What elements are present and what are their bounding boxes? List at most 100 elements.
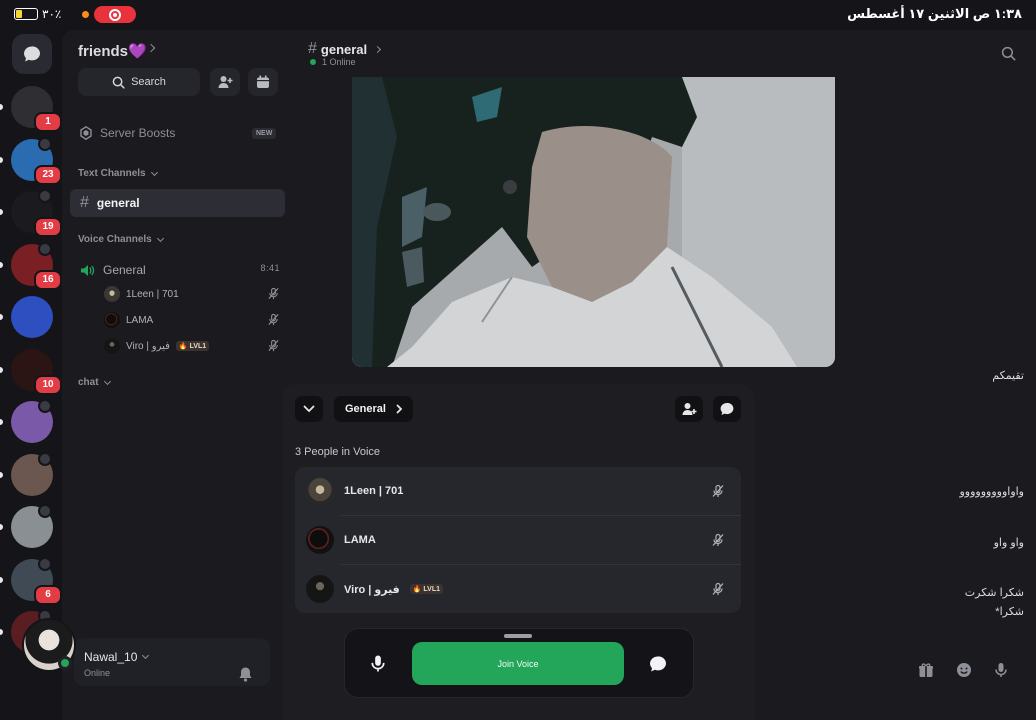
add-user-icon [682, 403, 697, 415]
gift-icon[interactable] [918, 662, 934, 678]
channel-sidebar: friends💜 Search Server Boosts NEW Text C… [22, 30, 294, 720]
microphone-icon[interactable] [370, 654, 386, 673]
muted-mic-icon [268, 339, 279, 352]
voice-activity-icon [38, 241, 52, 256]
guild-name[interactable]: friends💜 [78, 42, 147, 60]
username[interactable]: Nawal_10 [84, 650, 150, 664]
screen-record-indicator[interactable] [94, 6, 136, 23]
avatar [104, 286, 120, 302]
unread-pip [0, 366, 3, 373]
voice-user-name: 1Leen | 701 [126, 288, 179, 300]
voice-channel-button[interactable]: General [334, 396, 413, 422]
search-icon[interactable] [1001, 46, 1016, 61]
voice-activity-icon [38, 136, 52, 151]
unread-pip [0, 471, 3, 478]
channel-header-title[interactable]: # general [308, 40, 382, 58]
unread-pip [0, 576, 3, 583]
category-label: Voice Channels [78, 234, 152, 245]
avatar [104, 312, 120, 328]
chevron-down-icon [150, 168, 158, 176]
muted-mic-icon [712, 582, 724, 595]
voice-channel-name: General [345, 403, 386, 415]
chat-bubble-icon [720, 402, 734, 415]
unread-pip [0, 156, 3, 163]
collapse-button[interactable] [295, 396, 323, 422]
server-rail: 1 23 19 16 10 6 [0, 30, 62, 720]
voice-activity-icon [38, 556, 52, 571]
server-avatar-neon[interactable] [11, 296, 53, 338]
emoji-icon[interactable] [956, 662, 972, 678]
battery-level [16, 10, 22, 18]
status-bar: ٣٠٪ ١:٣٨ ص الاثنين ١٧ أغسطس [0, 0, 1036, 30]
voice-channel-general[interactable]: General 8:41 [80, 262, 280, 278]
user-panel: Nawal_10 Online [22, 618, 294, 720]
search-label: Search [131, 76, 166, 88]
voice-user-item[interactable]: LAMA [104, 311, 280, 329]
chevron-right-icon [374, 45, 382, 53]
guild-chevron-icon[interactable] [146, 43, 156, 53]
participant-row[interactable]: Viro | فيرو 🔥 LVL1 [295, 565, 741, 613]
voice-activity-icon [38, 451, 52, 466]
invite-to-voice-button[interactable] [675, 396, 703, 422]
chevron-down-icon [142, 651, 150, 660]
unread-pip [0, 314, 3, 320]
level-tag: 🔥 LVL1 [175, 341, 210, 351]
status-time-date: ١:٣٨ ص الاثنين ١٧ أغسطس [847, 6, 1022, 21]
record-icon [109, 8, 121, 21]
new-tag: NEW [252, 128, 277, 139]
channel-online-count: 1 Online [310, 57, 356, 67]
voice-activity-icon [38, 189, 52, 203]
participant-name: 1Leen | 701 [344, 485, 404, 497]
microphone-icon[interactable] [994, 662, 1008, 678]
voice-chat-button[interactable] [713, 396, 741, 422]
join-voice-button[interactable]: Join Voice [412, 642, 624, 685]
composer-icons [918, 662, 1008, 678]
chat-category[interactable]: chat [78, 377, 111, 388]
participant-row[interactable]: 1Leen | 701 [295, 467, 741, 515]
hash-icon: # [80, 194, 89, 211]
participant-row[interactable]: LAMA [295, 516, 741, 564]
voice-overlay: General 3 People in Voice 1Leen | 701 LA… [282, 384, 754, 720]
chevron-down-icon [156, 234, 164, 242]
voice-user-item[interactable]: Viro | فيرو 🔥 LVL1 [104, 337, 280, 355]
avatar [104, 338, 120, 354]
bell-icon[interactable] [238, 666, 253, 682]
channel-label: general [96, 196, 140, 210]
muted-mic-icon [268, 287, 279, 300]
participant-name: Viro | فيرو [344, 583, 400, 596]
mention-badge: 10 [34, 374, 62, 395]
chat-bubble-icon[interactable] [648, 654, 668, 674]
online-status-dot [58, 656, 72, 670]
drag-handle[interactable] [504, 634, 532, 638]
battery-icon [14, 8, 38, 20]
category-label: Text Channels [78, 168, 146, 179]
chat-message: واواووووووووو [959, 486, 1024, 498]
unread-pip [0, 419, 3, 425]
chat-message: شكرا* [995, 606, 1024, 618]
chat-message: شكرا شكرت [964, 587, 1024, 599]
mention-badge: 6 [34, 584, 62, 605]
speaker-icon [81, 264, 95, 276]
server-boosts-item[interactable]: Server Boosts [80, 126, 175, 140]
participant-name: LAMA [344, 534, 376, 546]
voice-user-item[interactable]: 1Leen | 701 [104, 285, 280, 303]
mention-badge: 19 [34, 217, 62, 237]
direct-messages-button[interactable] [12, 34, 52, 74]
events-button[interactable] [248, 68, 278, 96]
text-channels-category[interactable]: Text Channels [78, 168, 158, 179]
muted-mic-icon [712, 484, 724, 497]
voice-channel-label: General [103, 263, 146, 277]
mention-badge: 23 [34, 164, 62, 185]
invite-members-button[interactable] [210, 68, 240, 96]
search-icon [112, 76, 125, 89]
unread-pip [0, 629, 3, 635]
channel-item-general[interactable]: # general [70, 189, 285, 217]
video-stream-tile[interactable] [352, 77, 835, 367]
chevron-down-icon [303, 405, 315, 413]
level-tag: 🔥 LVL1 [409, 584, 444, 594]
avatar [306, 526, 334, 554]
search-button[interactable]: Search [78, 68, 200, 96]
voice-channels-category[interactable]: Voice Channels [78, 234, 164, 245]
muted-mic-icon [712, 533, 724, 546]
voice-activity-icon [38, 504, 52, 518]
